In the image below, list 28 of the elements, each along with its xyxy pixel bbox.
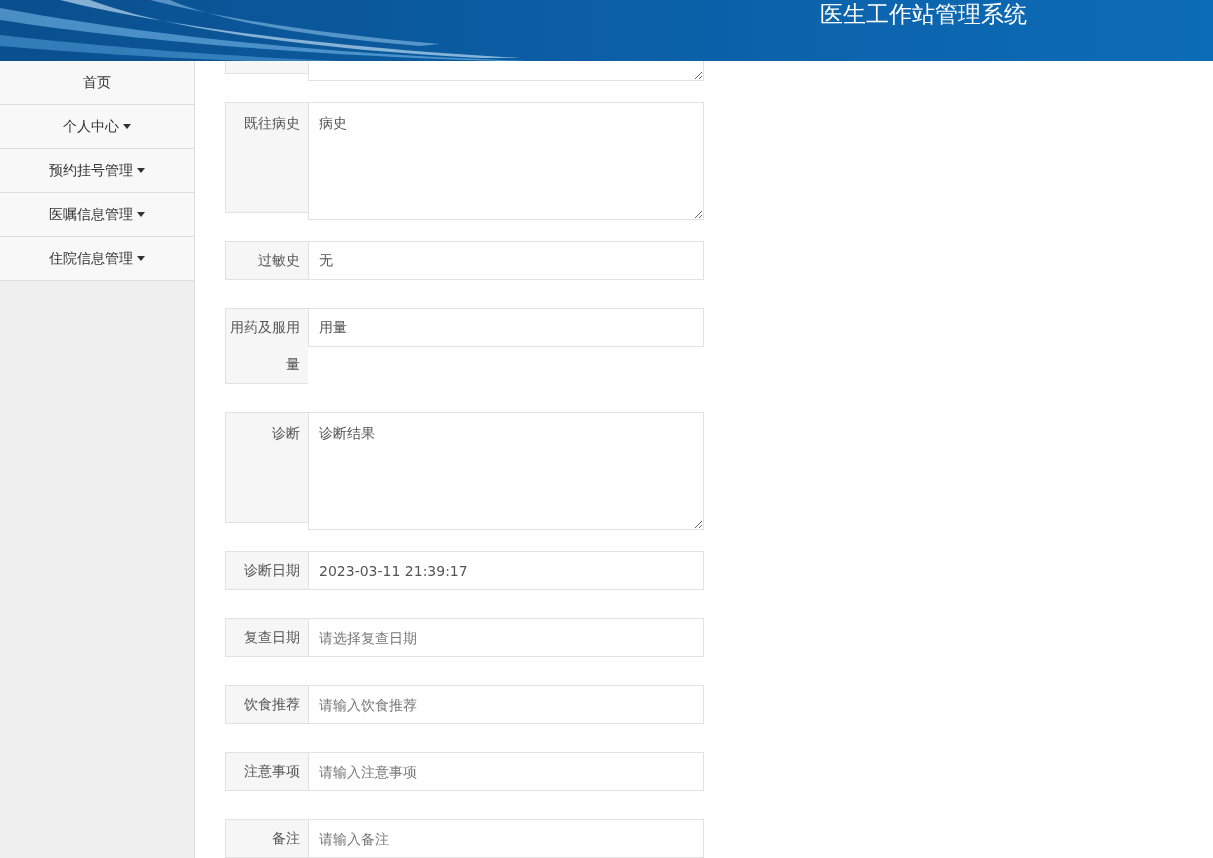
input-field[interactable]: 请输入饮食推荐 [308, 685, 704, 724]
field-label: 备注 [225, 819, 308, 858]
nav-item[interactable]: 个人中心 [0, 105, 194, 149]
caret-icon [137, 256, 145, 261]
field-label: 既往病史 [225, 102, 308, 213]
nav-item[interactable]: 医嘱信息管理 [0, 193, 194, 237]
field-label: 用药及服用量 [225, 308, 308, 384]
caret-icon [123, 124, 131, 129]
input-field[interactable]: 无 [308, 241, 704, 280]
field-label: 过敏史 [225, 241, 308, 280]
caret-icon [137, 168, 145, 173]
field-label: 诊断 [225, 412, 308, 523]
nav-item[interactable]: 首页 [0, 61, 194, 105]
field-label: 诊断日期 [225, 551, 308, 590]
nav-item[interactable]: 住院信息管理 [0, 237, 194, 281]
field-label: 注意事项 [225, 752, 308, 791]
input-field[interactable]: 用量 [308, 308, 704, 347]
nav-item[interactable]: 预约挂号管理 [0, 149, 194, 193]
field-label: 复查日期 [225, 618, 308, 657]
text-area[interactable]: 病史 [308, 102, 704, 220]
field-label: 饮食推荐 [225, 685, 308, 724]
app-title: 医生工作站管理系统 [820, 0, 1027, 28]
input-field[interactable]: 请输入注意事项 [308, 752, 704, 791]
input-field[interactable]: 请输入备注 [308, 819, 704, 858]
caret-icon [137, 212, 145, 217]
input-field[interactable]: 2023-03-11 21:39:17 [308, 551, 704, 590]
input-field[interactable]: 请选择复查日期 [308, 618, 704, 657]
text-area[interactable]: 诊断结果 [308, 412, 704, 530]
